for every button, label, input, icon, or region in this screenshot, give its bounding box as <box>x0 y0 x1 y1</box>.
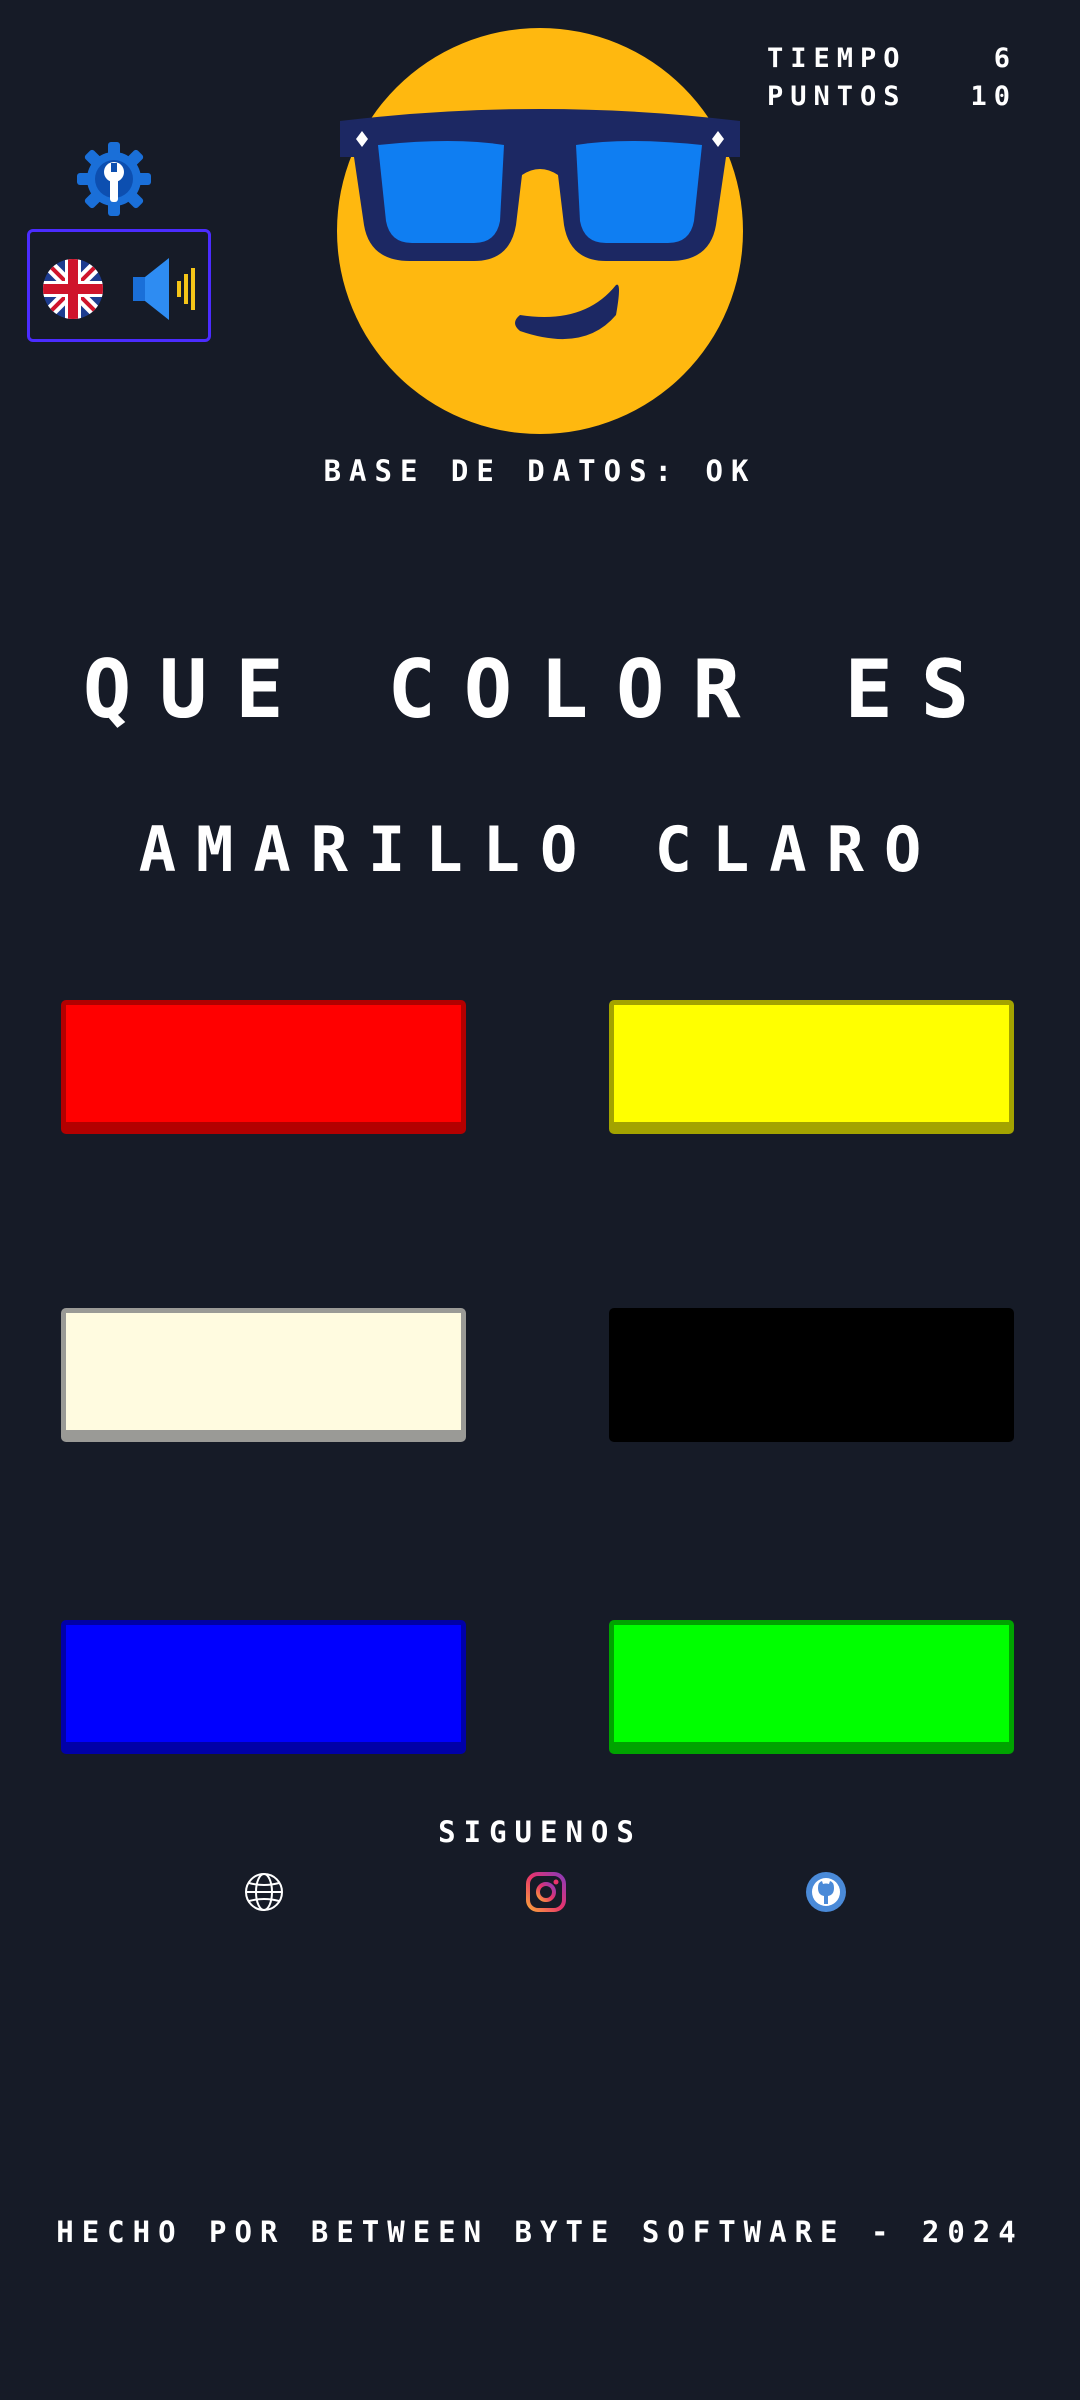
points-label: PUNTOS <box>767 81 907 112</box>
database-status-label: BASE DE DATOS: <box>323 454 681 488</box>
github-icon <box>806 1872 846 1912</box>
question-heading: QUE COLOR ES <box>83 643 997 736</box>
color-option-green[interactable] <box>609 1620 1014 1754</box>
time-label: TIEMPO <box>767 43 907 74</box>
footer-credit: HECHO POR BETWEEN BYTE SOFTWARE - 2024 <box>56 2215 1024 2249</box>
instagram-icon <box>526 1872 566 1912</box>
github-link[interactable] <box>804 1870 848 1914</box>
website-link[interactable] <box>242 1870 286 1914</box>
speaker-icon <box>133 258 195 320</box>
instagram-link[interactable] <box>524 1870 568 1914</box>
time-value: 6 <box>993 43 1017 74</box>
points-row: PUNTOS 10 <box>767 78 1017 116</box>
language-button[interactable] <box>41 257 105 321</box>
stats-panel: TIEMPO 6 PUNTOS 10 <box>767 40 1017 116</box>
database-status: BASE DE DATOS: OK <box>0 454 1080 488</box>
sound-button[interactable] <box>129 254 201 324</box>
gear-wrench-icon <box>77 142 151 216</box>
points-value: 10 <box>970 81 1017 112</box>
options-panel <box>27 229 211 342</box>
color-option-black[interactable] <box>609 1308 1014 1442</box>
globe-icon <box>245 1873 283 1911</box>
color-option-red[interactable] <box>61 1000 466 1134</box>
database-status-value: OK <box>705 454 757 488</box>
uk-flag-icon <box>43 259 103 319</box>
time-row: TIEMPO 6 <box>767 40 1017 78</box>
target-color-name: AMARILLO CLARO <box>138 813 942 886</box>
settings-button[interactable] <box>75 140 153 218</box>
color-option-yellow[interactable] <box>609 1000 1014 1134</box>
color-option-blue[interactable] <box>61 1620 466 1754</box>
color-option-light-yellow[interactable] <box>61 1308 466 1442</box>
follow-label: SIGUENOS <box>438 1815 642 1849</box>
sunglasses-emoji <box>334 25 746 437</box>
